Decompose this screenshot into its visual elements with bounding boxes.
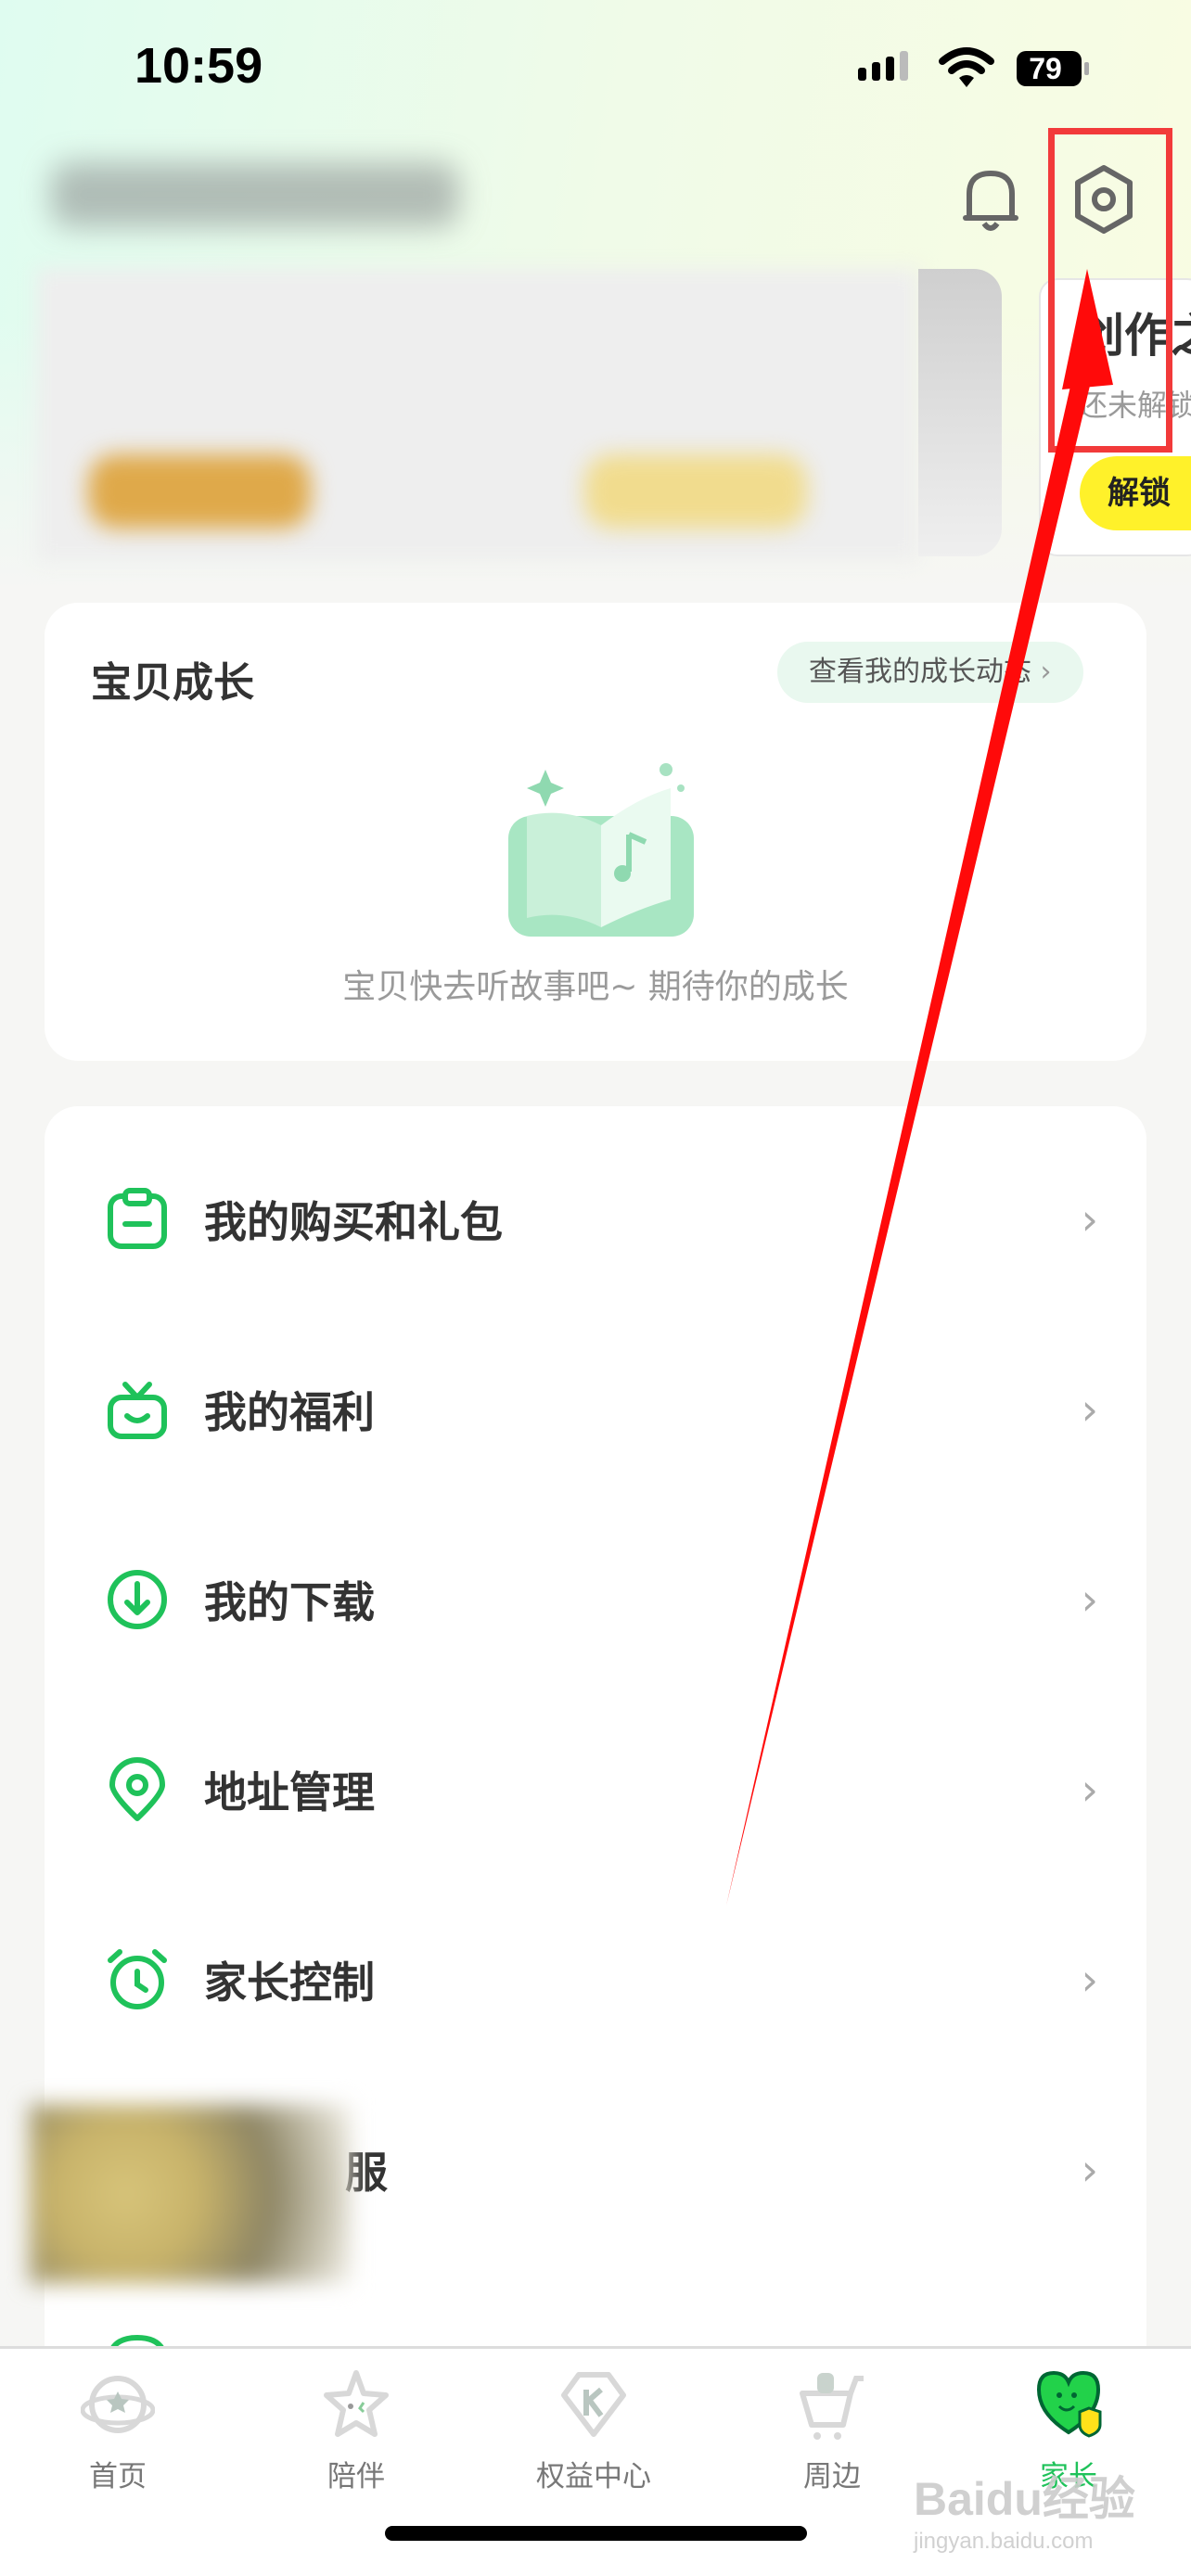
alarm-icon bbox=[108, 1949, 167, 2009]
download-icon bbox=[108, 1570, 167, 1629]
blurred-button bbox=[584, 454, 807, 529]
chevron-right-icon: › bbox=[1081, 1955, 1098, 2005]
star-icon bbox=[324, 2370, 389, 2437]
planet-icon bbox=[80, 2376, 156, 2433]
book-music-icon bbox=[508, 763, 694, 937]
tab-merch[interactable]: 周边 bbox=[730, 2367, 934, 2494]
clipboard-icon bbox=[108, 1188, 167, 1249]
chevron-right-icon: › bbox=[1081, 1384, 1098, 1435]
signal-icon bbox=[858, 51, 908, 81]
growth-title: 宝贝成长 bbox=[91, 659, 254, 707]
growth-card: 宝贝成长 查看我的成长动态 › 宝贝快去听故事吧~ 期待你的成长 bbox=[45, 603, 1146, 1061]
tab-home[interactable]: 首页 bbox=[16, 2367, 220, 2494]
menu-item-address[interactable]: 地址管理 › bbox=[45, 1720, 1146, 1859]
menu-item-parental-control[interactable]: 家长控制 › bbox=[45, 1910, 1146, 2049]
growth-link-label: 查看我的成长动态 bbox=[809, 656, 1031, 688]
annotation-highlight-box bbox=[1048, 128, 1172, 453]
notification-button[interactable] bbox=[954, 162, 1028, 236]
menu-item-label: 我的购买和礼包 bbox=[204, 1197, 503, 1247]
home-indicator bbox=[385, 2526, 807, 2541]
unlock-button[interactable]: 解锁 bbox=[1080, 456, 1191, 530]
diamond-k-icon bbox=[561, 2372, 626, 2437]
menu-item-downloads[interactable]: 我的下载 › bbox=[45, 1530, 1146, 1669]
status-time: 10:59 bbox=[134, 38, 263, 94]
growth-empty-text: 宝贝快去听故事吧~ 期待你的成长 bbox=[342, 968, 849, 1006]
blurred-button bbox=[88, 454, 311, 529]
menu-item-purchases[interactable]: 我的购买和礼包 › bbox=[45, 1150, 1146, 1289]
baidu-watermark: Baidu经验 jingyan.baidu.com bbox=[914, 2473, 1135, 2554]
menu-item-benefits[interactable]: 我的福利 › bbox=[45, 1340, 1146, 1479]
chevron-right-icon: › bbox=[1081, 2145, 1098, 2195]
blurred-username bbox=[51, 162, 459, 227]
bell-icon bbox=[963, 171, 1018, 231]
wifi-icon bbox=[939, 47, 994, 87]
heart-shield-icon bbox=[1036, 2370, 1102, 2438]
gift-icon bbox=[108, 1382, 167, 1439]
chevron-right-icon: › bbox=[1081, 1765, 1098, 1815]
battery-indicator: 79 bbox=[1017, 51, 1089, 86]
menu-item-label: 服 bbox=[345, 2148, 388, 2198]
tab-label: 首页 bbox=[89, 2460, 147, 2493]
chevron-right-icon: › bbox=[1081, 1194, 1098, 1244]
chevron-right-icon: › bbox=[1040, 656, 1052, 688]
tab-benefits-center[interactable]: 权益中心 bbox=[492, 2367, 696, 2494]
growth-link[interactable]: 查看我的成长动态 › bbox=[777, 642, 1083, 703]
menu-item-label: 家长控制 bbox=[204, 1958, 375, 2008]
menu-item-label: 地址管理 bbox=[204, 1767, 375, 1817]
menu-item-label: 我的下载 bbox=[204, 1577, 375, 1627]
blurred-overlay bbox=[30, 2105, 351, 2283]
tab-companion[interactable]: 陪伴 bbox=[254, 2367, 458, 2494]
cart-icon bbox=[800, 2373, 864, 2440]
menu-item-label: 我的福利 bbox=[204, 1387, 375, 1437]
tab-label: 陪伴 bbox=[327, 2460, 385, 2493]
tab-label: 周边 bbox=[803, 2460, 861, 2493]
location-icon bbox=[109, 1757, 165, 1821]
chevron-right-icon: › bbox=[1081, 1575, 1098, 1625]
tab-label: 权益中心 bbox=[536, 2460, 651, 2493]
promo-image bbox=[918, 269, 1002, 556]
